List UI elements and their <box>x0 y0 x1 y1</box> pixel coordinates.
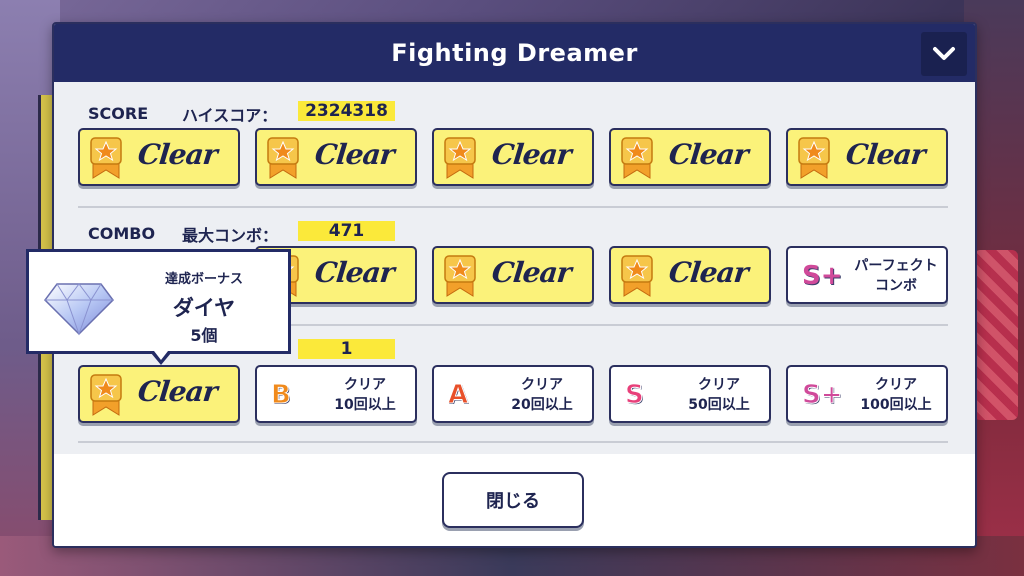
requirement-line-1: パーフェクト <box>854 258 938 274</box>
section-divider <box>78 441 948 443</box>
requirement-line-2: 50回以上 <box>688 397 750 413</box>
collapse-button[interactable] <box>921 32 967 76</box>
combo-tile-cleared[interactable]: Clear <box>609 246 771 304</box>
max-combo-value: 471 <box>298 221 395 241</box>
requirement-line-2: 100回以上 <box>860 397 932 413</box>
clear-status-text: Clear <box>136 138 219 171</box>
high-score-value: 2324318 <box>298 101 395 121</box>
clear-status-text: Clear <box>136 375 219 408</box>
score-tile-cleared[interactable]: Clear <box>78 128 240 186</box>
rank-s-icon: S <box>625 380 645 411</box>
medal-icon <box>267 137 299 179</box>
high-score-label: ハイスコア： <box>182 106 278 125</box>
chevron-down-icon <box>933 47 955 60</box>
medal-icon <box>90 137 122 179</box>
close-button[interactable]: 閉じる <box>442 472 584 528</box>
combo-tile-locked[interactable]: S+ パーフェクト コンボ <box>786 246 948 304</box>
requirement-line-1: クリア <box>875 377 917 393</box>
clears-tile-locked[interactable]: A クリア 20回以上 <box>432 365 594 423</box>
requirement-line-2: コンボ <box>875 278 917 294</box>
clear-status-text: Clear <box>667 138 750 171</box>
reward-count: 5個 <box>190 326 218 345</box>
requirement-line-1: クリア <box>698 377 740 393</box>
score-label: SCORE <box>88 104 149 123</box>
max-combo-label: 最大コンボ： <box>182 226 279 245</box>
clear-status-text: Clear <box>844 138 927 171</box>
clears-tile-locked[interactable]: S+ クリア 100回以上 <box>786 365 948 423</box>
background-decoration <box>974 250 1018 420</box>
medal-icon <box>798 137 830 179</box>
reward-name: ダイヤ <box>172 296 236 320</box>
combo-tile-cleared[interactable]: Clear <box>432 246 594 304</box>
dialog-footer: 閉じる <box>54 454 975 546</box>
score-tile-cleared[interactable]: Clear <box>255 128 417 186</box>
clear-status-text: Clear <box>667 256 750 289</box>
clear-status-text: Clear <box>490 138 573 171</box>
rank-a-icon: A <box>447 380 469 411</box>
medal-icon <box>90 374 122 416</box>
combo-label: COMBO <box>88 224 156 243</box>
rank-splus-icon: S+ <box>802 261 843 291</box>
requirement-line-2: 10回以上 <box>334 397 396 413</box>
tooltip-caption: 達成ボーナス <box>164 272 243 287</box>
medal-icon <box>444 255 476 297</box>
score-tile-cleared[interactable]: Clear <box>432 128 594 186</box>
medal-icon <box>621 137 653 179</box>
bonus-tooltip: 達成ボーナス ダイヤ 5個 <box>26 249 291 365</box>
clear-count-value: 1 <box>298 339 395 359</box>
clears-tile-cleared[interactable]: Clear <box>78 365 240 423</box>
clear-status-text: Clear <box>313 138 396 171</box>
diamond-icon <box>44 283 114 336</box>
dialog-titlebar: Fighting Dreamer <box>54 24 975 82</box>
section-divider <box>78 206 948 208</box>
clears-tile-locked[interactable]: S クリア 50回以上 <box>609 365 771 423</box>
medal-icon <box>621 255 653 297</box>
requirement-line-1: クリア <box>344 377 386 393</box>
rank-splus-icon: S+ <box>802 380 844 411</box>
requirement-line-2: 20回以上 <box>511 397 573 413</box>
score-tile-cleared[interactable]: Clear <box>609 128 771 186</box>
clear-status-text: Clear <box>490 256 573 289</box>
clears-tile-locked[interactable]: B クリア 10回以上 <box>255 365 417 423</box>
score-tile-cleared[interactable]: Clear <box>786 128 948 186</box>
requirement-line-1: クリア <box>521 377 563 393</box>
rank-b-icon: B <box>271 380 292 411</box>
medal-icon <box>444 137 476 179</box>
song-title: Fighting Dreamer <box>391 39 638 67</box>
clear-status-text: Clear <box>313 256 396 289</box>
